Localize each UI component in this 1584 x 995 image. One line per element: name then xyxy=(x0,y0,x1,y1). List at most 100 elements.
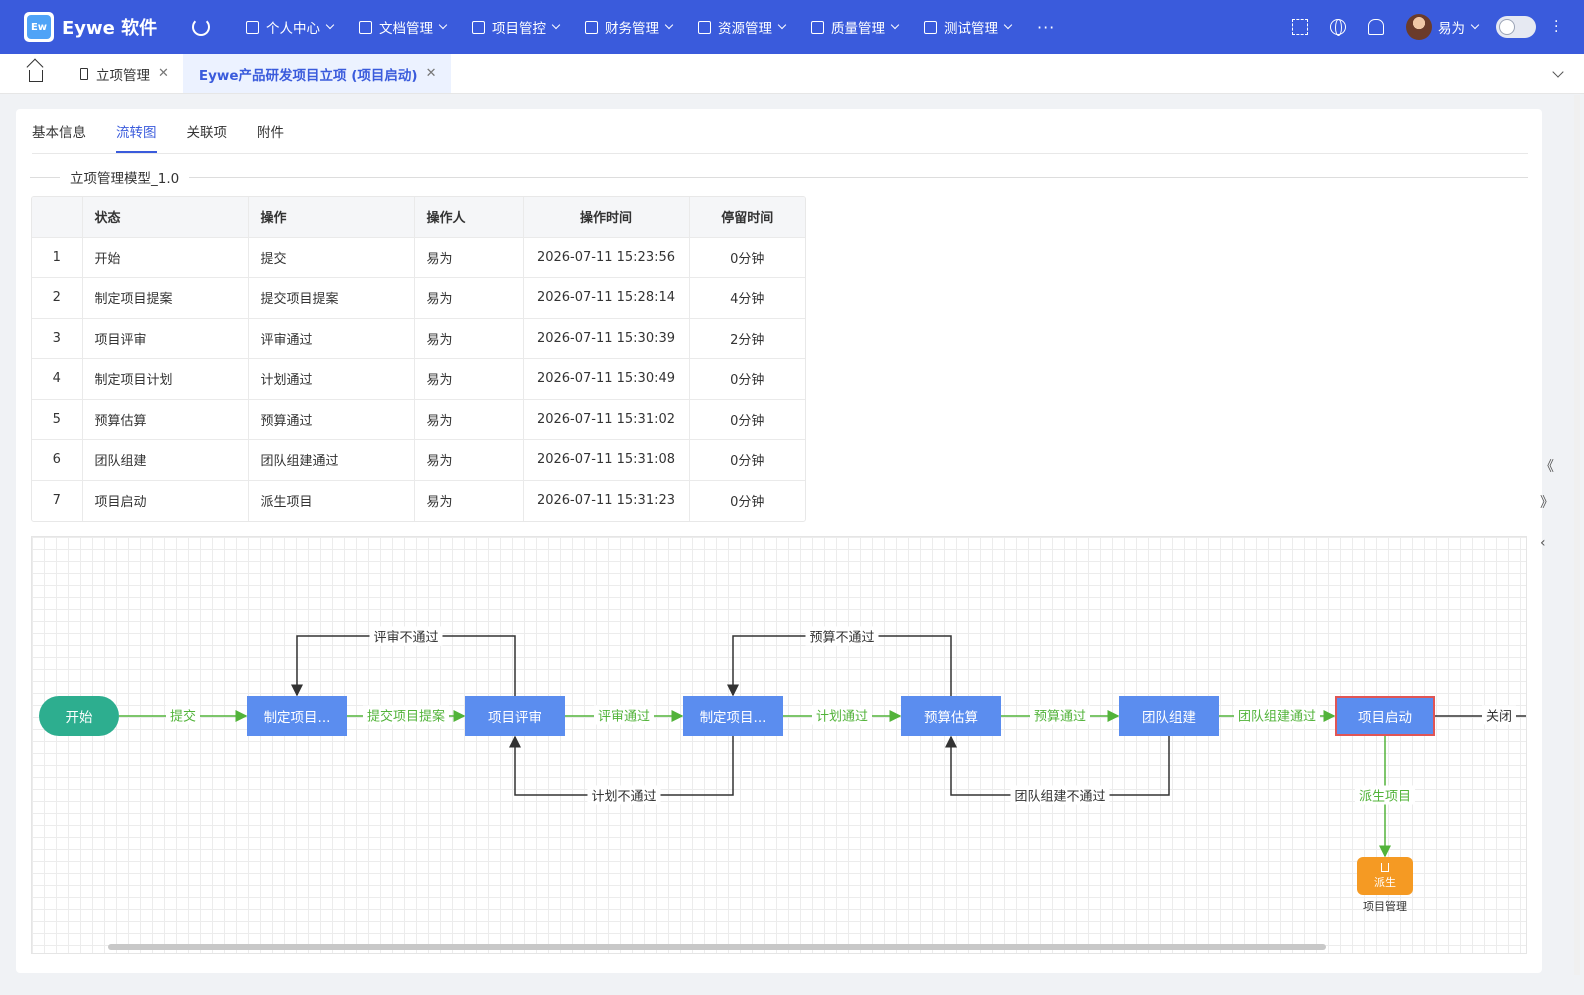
language-icon[interactable] xyxy=(1330,19,1346,36)
side-expand-icon[interactable]: 《 xyxy=(1540,456,1554,476)
table-row: 3 项目评审 评审通过 易为 2026-07-11 15:30:39 2分钟 xyxy=(32,318,805,359)
tab-flow-chart[interactable]: 流转图 xyxy=(116,121,157,153)
theme-toggle[interactable] xyxy=(1496,16,1536,38)
table-cell: 提交项目提案 xyxy=(248,277,415,319)
flow-node[interactable]: 预算估算 xyxy=(901,696,1001,736)
nav-item-finance-management[interactable]: 财务管理 xyxy=(585,17,674,37)
table-cell: 团队组建 xyxy=(82,439,249,481)
user-avatar[interactable] xyxy=(1406,14,1432,40)
more-vertical-icon[interactable]: · · · xyxy=(1554,15,1558,39)
tab-project-detail[interactable]: Eywe产品研发项目立项 (项目启动) ✕ xyxy=(182,54,451,93)
table-cell: 0分钟 xyxy=(730,495,765,510)
fullscreen-icon[interactable] xyxy=(1292,19,1308,35)
flow-node[interactable]: 制定项目... xyxy=(683,696,783,736)
logo-icon: Ew xyxy=(24,12,54,42)
home-icon xyxy=(246,20,259,34)
tab-basic-info[interactable]: 基本信息 xyxy=(32,121,86,153)
table-cell: 易为 xyxy=(414,318,524,359)
flow-node[interactable]: 制定项目... xyxy=(247,696,347,736)
tab-project-initiation[interactable]: 立项管理 ✕ xyxy=(72,54,183,93)
nav-more-button[interactable]: ··· xyxy=(1037,18,1055,37)
close-icon[interactable]: ✕ xyxy=(426,66,437,81)
table-cell: 制定项目提案 xyxy=(82,277,249,319)
table-cell: 0分钟 xyxy=(689,439,805,481)
tab-attachments[interactable]: 附件 xyxy=(257,121,284,153)
flow-edge-label: 派生项目 xyxy=(1354,785,1416,805)
flow-start-node[interactable]: 开始 xyxy=(39,696,119,736)
nav-item-label: 个人中心 xyxy=(266,21,320,37)
table-cell: 易为 xyxy=(414,358,524,400)
flow-edge-label: 评审不通过 xyxy=(369,626,443,646)
flow-edge-label: 评审通过 xyxy=(593,705,655,725)
nav-item-label: 资源管理 xyxy=(718,21,772,37)
home-tab[interactable] xyxy=(0,54,72,93)
flow-history-table: 状态 操作 操作人 操作时间 停留时间 1 开始 提交 易为 2026-07-11 15… xyxy=(31,196,806,522)
chevron-down-icon xyxy=(1003,20,1013,30)
chevron-down-icon[interactable] xyxy=(1470,20,1480,30)
tab-related-items[interactable]: 关联项 xyxy=(187,121,228,153)
wallet-icon xyxy=(585,20,598,34)
logo-letters: Ew xyxy=(27,15,51,39)
side-collapse-icon[interactable]: 》 xyxy=(1540,492,1554,512)
table-cell: 4 xyxy=(32,358,83,400)
close-icon[interactable]: ✕ xyxy=(158,66,169,81)
chevron-down-icon xyxy=(438,20,448,30)
table-row: 6 团队组建 团队组建通过 易为 2026-07-11 15:31:08 0分钟 xyxy=(32,439,805,481)
table-cell: 2026-07-11 15:31:08 xyxy=(523,439,690,481)
table-cell: 3 xyxy=(32,318,83,359)
table-cell: 易为 xyxy=(414,399,524,440)
column-header: 停留时间 xyxy=(689,197,805,238)
app-logo[interactable]: Ew Eywe 软件 xyxy=(24,12,164,42)
table-cell: 1 xyxy=(32,237,83,278)
chevron-down-icon xyxy=(664,20,674,30)
table-cell: 派生项目 xyxy=(248,480,415,521)
nav-item-personal-center[interactable]: 个人中心 xyxy=(246,17,335,37)
table-cell: 0分钟 xyxy=(689,399,805,440)
nav-item-test-management[interactable]: 测试管理 xyxy=(924,17,1013,37)
chevron-down-icon[interactable] xyxy=(1552,66,1564,78)
horizontal-scrollbar[interactable] xyxy=(108,944,1326,950)
flow-node[interactable]: 项目评审 xyxy=(465,696,565,736)
flag-icon xyxy=(472,20,485,34)
folder-icon xyxy=(359,20,372,34)
table-row: 1 开始 提交 易为 2026-07-11 15:23:56 0分钟 xyxy=(32,237,805,278)
chevron-down-icon xyxy=(890,20,900,30)
nav-item-project-control[interactable]: 项目管控 xyxy=(472,17,561,37)
top-nav-bar: Ew Eywe 软件 个人中心 文档管理 项目管控 财务管理 资源管理 质量管理… xyxy=(0,0,1584,54)
table-row: 4 制定项目计划 计划通过 易为 2026-07-11 15:30:49 0分钟 xyxy=(32,358,805,400)
vertical-scrollbar[interactable] xyxy=(1574,95,1580,975)
refresh-icon[interactable] xyxy=(192,18,210,36)
user-name[interactable]: 易为 xyxy=(1438,17,1465,37)
chevron-left-icon[interactable]: ‹ xyxy=(1540,535,1554,551)
flow-edge-label: 提交项目提案 xyxy=(362,705,450,725)
main-nav: 个人中心 文档管理 项目管控 财务管理 资源管理 质量管理 测试管理 ··· xyxy=(246,17,1081,37)
flow-diagram-canvas[interactable]: 开始 制定项目... 项目评审 制定项目... 预算估算 团队组建 项目启动 提交 提交项目提案… xyxy=(31,536,1527,954)
flow-edge-label: 团队组建通过 xyxy=(1233,705,1321,725)
table-cell: 项目评审 xyxy=(82,318,249,359)
chevron-down-icon xyxy=(777,20,787,30)
nav-item-resource-management[interactable]: 资源管理 xyxy=(698,17,787,37)
column-header: 状态 xyxy=(82,197,249,238)
flow-node[interactable]: 项目启动 xyxy=(1335,696,1435,736)
column-header xyxy=(32,197,83,238)
table-cell: 易为 xyxy=(414,439,524,481)
nav-item-document-management[interactable]: 文档管理 xyxy=(359,17,448,37)
sun-icon xyxy=(1499,19,1515,35)
flow-spawn-node[interactable]: 派生 xyxy=(1357,857,1413,895)
table-cell: 计划通过 xyxy=(248,358,415,400)
nav-item-label: 财务管理 xyxy=(605,21,659,37)
home-icon xyxy=(29,69,43,82)
nav-item-quality-management[interactable]: 质量管理 xyxy=(811,17,900,37)
table-cell: 4分钟 xyxy=(689,277,805,319)
table-cell: 团队组建通过 xyxy=(248,439,415,481)
divider xyxy=(30,176,60,178)
table-cell: 2026-07-11 15:31:02 xyxy=(523,399,690,440)
flow-edge-label: 计划不通过 xyxy=(587,785,661,805)
flow-node[interactable]: 团队组建 xyxy=(1119,696,1219,736)
shield-icon xyxy=(811,20,824,34)
flow-edge-label: 团队组建不通过 xyxy=(1010,785,1110,805)
notification-bell-icon[interactable] xyxy=(1368,19,1384,35)
nav-item-label: 项目管控 xyxy=(492,21,546,37)
table-cell: 预算估算 xyxy=(82,399,249,440)
spawn-node-label: 派生 xyxy=(1374,875,1396,889)
